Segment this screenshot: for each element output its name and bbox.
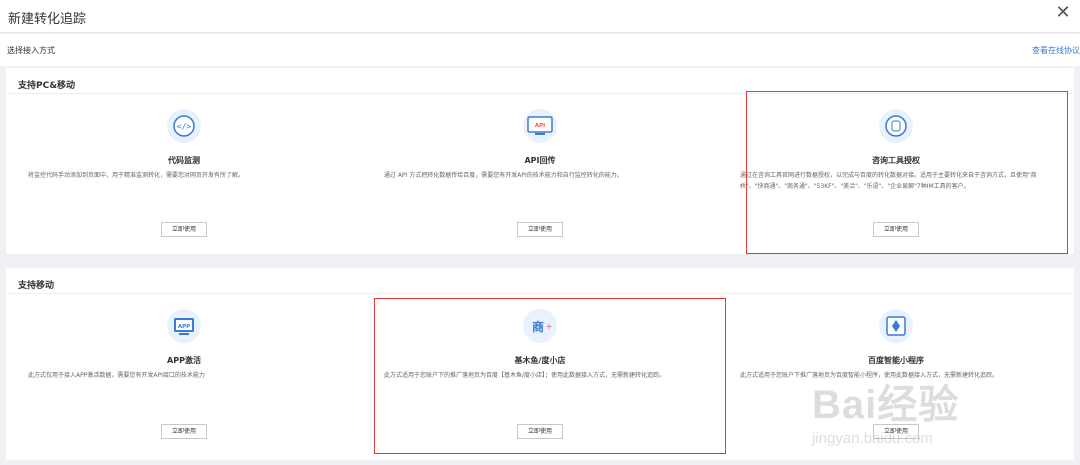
card-title: 百度智能小程序: [868, 356, 924, 365]
online-protocol-link[interactable]: 查看在线协议: [1032, 45, 1080, 56]
use-now-button-shop[interactable]: 立即使用: [517, 424, 563, 439]
card-description: 此方式适用于您账户下的推广落地页为百度【基木鱼/度小店】；使用此数据接入方式，无…: [384, 372, 666, 379]
section-mobile: 支持移动 APP APP激活 此方式仅用于接入APP激活数据，需要您有开发API…: [6, 268, 1074, 460]
svg-text:商: 商: [532, 319, 544, 334]
modal-title: 新建转化追踪: [8, 12, 87, 27]
card-code-monitoring: </> 代码监测 将监控代码手动添加到页面中，用于精准监测转化，需要您对网页开发…: [6, 94, 362, 254]
card-title: 咨询工具授权: [872, 156, 920, 165]
code-icon: </>: [166, 108, 202, 144]
svg-text:APP: APP: [178, 324, 190, 330]
card-description: 此方式适用于您账户下推广落地页为百度智能小程序，使用此数据接入方式，无需新建转化…: [740, 372, 999, 379]
card-jimuyu-shop: 商 + 基木鱼/度小店 此方式适用于您账户下的推广落地页为百度【基木鱼/度小店】…: [362, 294, 718, 460]
use-now-button-app[interactable]: 立即使用: [161, 424, 207, 439]
modal-header: 新建转化追踪 ✕: [0, 0, 1080, 33]
svg-text:API: API: [535, 123, 545, 129]
card-title: 代码监测: [168, 156, 200, 165]
use-now-button-code[interactable]: 立即使用: [161, 222, 207, 237]
use-now-button-mini-program[interactable]: 立即使用: [873, 424, 919, 439]
card-mini-program: 百度智能小程序 此方式适用于您账户下推广落地页为百度智能小程序，使用此数据接入方…: [718, 294, 1074, 460]
app-icon: APP: [166, 308, 202, 344]
card-title: API回传: [524, 156, 556, 165]
shop-icon: 商 +: [522, 308, 558, 344]
chat-icon: [878, 108, 914, 144]
card-app-activation: APP APP激活 此方式仅用于接入APP激活数据，需要您有开发API接口的技术…: [6, 294, 362, 460]
use-now-button-consult[interactable]: 立即使用: [873, 222, 919, 237]
card-title: APP激活: [167, 356, 201, 365]
card-description: 通过在咨询工具官网进行数据授权，以完成与百度的转化数据对接。适用于主要转化来自于…: [740, 172, 1037, 190]
close-icon[interactable]: ✕: [1054, 4, 1072, 22]
card-description: 此方式仅用于接入APP激活数据，需要您有开发API接口的技术能力: [28, 372, 205, 379]
mini-program-icon: [878, 308, 914, 344]
card-api-callback: API API回传 通过 API 方式把转化数据传给百度，需要您有开发API的技…: [362, 94, 718, 254]
section-pc-mobile: 支持PC&移动 </> 代码监测 将监控代码手动添加到页面中，用于精准监测转化，…: [6, 68, 1074, 254]
use-now-button-api[interactable]: 立即使用: [517, 222, 563, 237]
card-consult-tool: 咨询工具授权 通过在咨询工具官网进行数据授权，以完成与百度的转化数据对接。适用于…: [718, 94, 1074, 254]
section-title-pc-mobile: 支持PC&移动: [18, 81, 76, 91]
section-title-mobile: 支持移动: [18, 281, 55, 291]
access-method-label: 选择接入方式: [7, 46, 55, 55]
access-method-row: 选择接入方式 查看在线协议: [0, 34, 1080, 66]
card-title: 基木鱼/度小店: [514, 356, 566, 365]
svg-text:+: +: [546, 322, 553, 331]
svg-text:</>: </>: [177, 122, 192, 131]
card-description: 通过 API 方式把转化数据传给百度，需要您有开发API的技术能力和自行监控转化…: [384, 172, 623, 179]
card-description: 将监控代码手动添加到页面中，用于精准监测转化，需要您对网页开发有所了解。: [28, 172, 245, 179]
api-icon: API: [522, 108, 558, 144]
